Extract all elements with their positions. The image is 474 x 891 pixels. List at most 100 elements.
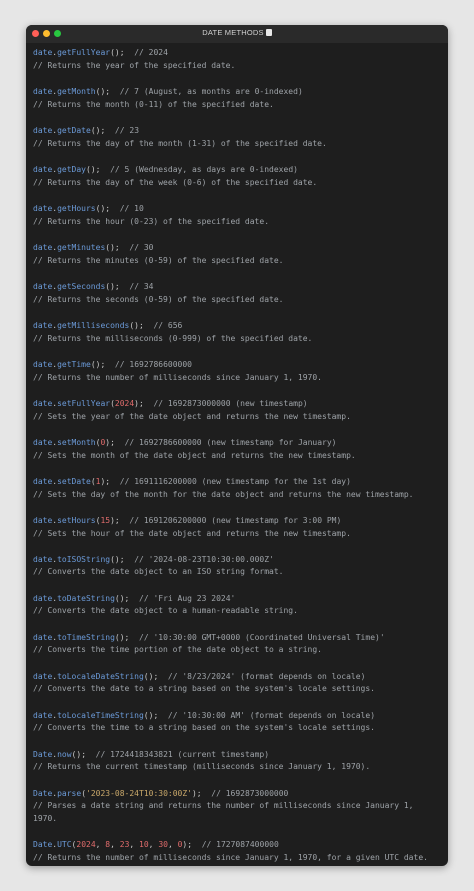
result-comment: // 1691206200000 (new timestamp for 3:00… — [129, 515, 342, 525]
object-name: date — [33, 48, 53, 57]
method-name: toDateString — [57, 593, 115, 603]
result-comment: // 1692786600000 (new timestamp for Janu… — [124, 437, 337, 447]
code-block: date.getDate(); // 23// Returns the day … — [33, 125, 448, 150]
arg-separator: , — [129, 840, 140, 850]
object-name: date — [33, 281, 53, 291]
code-line: date.toTimeString(); // '10:30:00 GMT+00… — [33, 632, 448, 645]
arg-separator: , — [110, 840, 120, 850]
result-comment: // 1727087400000 — [201, 840, 279, 850]
code-line: Date.parse('2023-08-24T10:30:00Z'); // 1… — [33, 788, 448, 801]
close-paren: ); — [148, 671, 159, 681]
result-comment: // '10:30:00 AM' (format depends on loca… — [167, 710, 376, 720]
result-comment: // 30 — [129, 242, 154, 252]
code-block: date.getHours(); // 10// Returns the hou… — [33, 203, 448, 228]
result-comment: // 1691116200000 (new timestamp for the … — [119, 476, 351, 486]
object-name: date — [33, 125, 53, 135]
close-paren: ); — [119, 593, 130, 603]
code-block: date.setHours(15); // 1691206200000 (new… — [33, 515, 448, 540]
close-paren: ); — [182, 840, 193, 850]
code-block: date.setFullYear(2024); // 1692873000000… — [33, 398, 448, 423]
object-name: date — [33, 554, 53, 564]
object-name: date — [33, 359, 53, 369]
code-line: date.getFullYear(); // 2024 — [33, 47, 448, 60]
close-paren: ); — [134, 320, 144, 330]
code-block: Date.parse('2023-08-24T10:30:00Z'); // 1… — [33, 788, 448, 826]
argument: 15 — [100, 515, 111, 525]
argument: 2024 — [76, 840, 96, 850]
title-bar: DATE METHODS — [26, 25, 448, 43]
description-comment: // Returns the month (0-11) of the speci… — [33, 99, 274, 109]
argument: 30 — [158, 840, 168, 850]
code-block: date.getSeconds(); // 34// Returns the s… — [33, 281, 448, 306]
result-comment: // 656 — [153, 320, 183, 330]
method-name: getSeconds — [57, 281, 106, 291]
object-name: date — [33, 164, 53, 174]
description-comment: // Sets the month of the date object and… — [33, 450, 356, 460]
code-block: date.toLocaleDateString(); // '8/23/2024… — [33, 671, 448, 696]
method-name: getMilliseconds — [57, 320, 130, 330]
result-comment: // 2024 — [134, 48, 168, 57]
window-title: DATE METHODS — [26, 28, 448, 37]
description-comment: // Sets the year of the date object and … — [33, 411, 351, 421]
code-line: date.setMonth(0); // 1692786600000 (new … — [33, 437, 448, 450]
close-paren: ); — [148, 710, 159, 720]
object-name: Date — [33, 840, 53, 850]
description-comment: // Converts the date object to a human-r… — [33, 606, 298, 616]
close-paren: ); — [76, 749, 87, 759]
description-comment: // Returns the hour (0-23) of the specif… — [33, 216, 270, 226]
object-name: date — [33, 203, 53, 213]
code-line: date.toDateString(); // 'Fri Aug 23 2024… — [33, 593, 448, 606]
result-comment: // 1724418343821 (current timestamp) — [95, 749, 270, 759]
code-block: date.toISOString(); // '2024-08-23T10:30… — [33, 554, 448, 579]
description-comment: // Converts the date to a string based o… — [33, 684, 375, 694]
close-paren: ); — [95, 359, 106, 369]
object-name: date — [33, 86, 53, 96]
close-paren: ); — [114, 554, 125, 564]
code-line: date.getSeconds(); // 34 — [33, 281, 448, 294]
code-line: Date.UTC(2024, 8, 23, 10, 30, 0); // 172… — [33, 839, 448, 852]
code-line: date.getHours(); // 10 — [33, 203, 448, 216]
code-block: date.getDay(); // 5 (Wednesday, as days … — [33, 164, 448, 189]
method-name: getTime — [57, 359, 91, 369]
description-comment: // Converts the time to a string based o… — [33, 723, 375, 733]
object-name: date — [33, 515, 53, 525]
method-name: getDate — [57, 125, 91, 135]
description-comment: // Returns the number of milliseconds si… — [33, 372, 322, 382]
result-comment: // 1692786600000 — [114, 359, 192, 369]
close-paren: ); — [110, 281, 120, 291]
code-line: date.toLocaleDateString(); // '8/23/2024… — [33, 671, 448, 684]
method-name: now — [57, 749, 72, 759]
code-block: date.setMonth(0); // 1692786600000 (new … — [33, 437, 448, 462]
code-block: date.toTimeString(); // '10:30:00 GMT+00… — [33, 632, 448, 657]
method-name: getFullYear — [57, 48, 111, 57]
editor-window: DATE METHODS date.getFullYear(); // 2024… — [26, 25, 448, 866]
code-block: date.toLocaleTimeString(); // '10:30:00 … — [33, 710, 448, 735]
method-name: setFullYear — [57, 398, 111, 408]
close-paren: ); — [119, 632, 130, 642]
result-comment: // 34 — [129, 281, 154, 291]
close-paren: ); — [110, 242, 120, 252]
code-line: date.toLocaleTimeString(); // '10:30:00 … — [33, 710, 448, 723]
description-comment: // Returns the day of the week (0-6) of … — [33, 177, 318, 187]
object-name: date — [33, 242, 53, 252]
code-block: Date.now(); // 1724418343821 (current ti… — [33, 749, 448, 774]
method-name: toTimeString — [57, 632, 115, 642]
result-comment: // 1692873000000 — [211, 788, 289, 798]
close-paren: ); — [114, 48, 125, 57]
argument: '2023-08-24T10:30:00Z' — [86, 788, 192, 798]
close-paren: ); — [191, 788, 202, 798]
code-area[interactable]: date.getFullYear(); // 2024 // Returns th… — [26, 43, 448, 865]
close-paren: ); — [134, 398, 144, 408]
method-name: getMinutes — [57, 242, 106, 252]
method-name: setHours — [57, 515, 96, 525]
result-comment: // 7 (August, as months are 0-indexed) — [119, 86, 303, 96]
